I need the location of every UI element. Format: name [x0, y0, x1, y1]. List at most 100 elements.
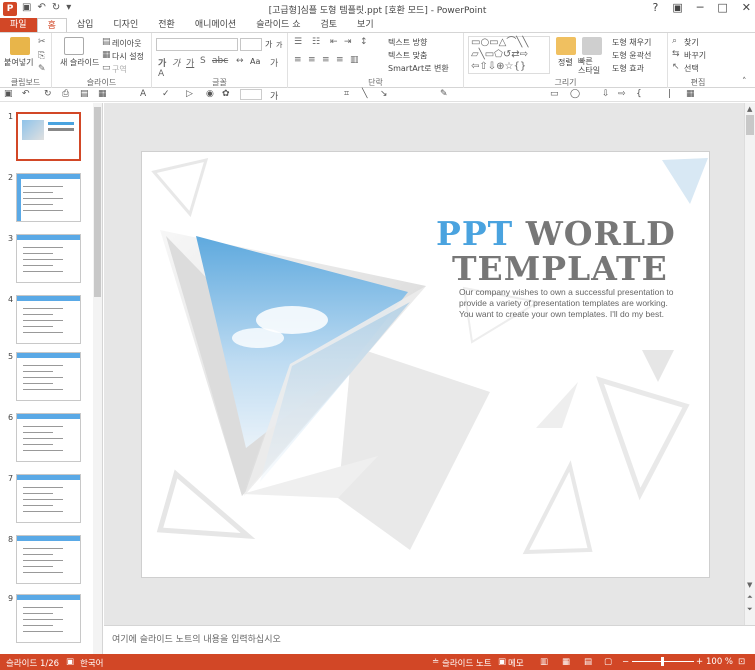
slideshow-small-icon[interactable]: ▷ [186, 89, 193, 99]
slide-title-line2[interactable]: TEMPLATE [452, 249, 668, 288]
arrow-right-shape-icon[interactable]: ⇨ [618, 89, 626, 99]
tab-review[interactable]: 검토 [310, 18, 347, 32]
align-center-icon[interactable]: ≡ [308, 55, 316, 65]
smartart-button[interactable]: SmartArt로 변환 [388, 63, 449, 74]
help-button[interactable]: ? [653, 1, 659, 14]
tab-slideshow[interactable]: 슬라이드 쇼 [246, 18, 310, 32]
strikethrough-icon[interactable]: abc [212, 56, 228, 66]
close-button[interactable]: ✕ [742, 1, 751, 14]
scroll-up-icon[interactable]: ▲ [747, 105, 752, 113]
shrink-font-button[interactable]: 가 [276, 40, 282, 50]
align-text-button[interactable]: 텍스트 맞춤 [388, 50, 427, 61]
layout-button[interactable]: 레이아웃 [112, 38, 141, 49]
find-button[interactable]: 찾기 [684, 37, 699, 48]
reading-view-icon[interactable]: ▤ [584, 657, 592, 667]
customize-qat-icon[interactable]: ▾ [66, 2, 71, 13]
quick-styles-button[interactable]: 빠른 스타일 [578, 57, 600, 75]
slide-thumbnail[interactable] [16, 594, 81, 643]
redo-icon[interactable]: ↻ [52, 2, 60, 13]
zoom-level[interactable]: 100 % [706, 657, 733, 667]
underline-icon[interactable]: 가 [186, 56, 194, 69]
rectangle-small-icon[interactable]: ▭ [550, 89, 559, 99]
text-direction-button[interactable]: 텍스트 방향 [388, 37, 427, 48]
cut-icon[interactable]: ✂ [38, 37, 46, 47]
arrange-icon[interactable] [556, 37, 576, 55]
replace-button[interactable]: 바꾸기 [684, 50, 706, 61]
numbering-icon[interactable]: ☷ [312, 37, 320, 47]
minimize-button[interactable]: ─ [697, 1, 704, 14]
new-slide-button[interactable]: 새 슬라이드 [60, 57, 99, 68]
prev-slide-icon[interactable]: ⏶ [747, 593, 753, 602]
slide-thumbnail[interactable] [16, 474, 81, 523]
justify-icon[interactable]: ≡ [336, 55, 344, 65]
shape-effects-button[interactable]: 도형 효과 [612, 63, 644, 74]
fit-slide-icon[interactable]: ⊡ [738, 657, 745, 667]
slide-thumbnail[interactable] [16, 352, 81, 401]
layout-grid-icon[interactable]: ▦ [686, 89, 695, 99]
reset-button[interactable]: 다시 설정 [112, 51, 144, 62]
color-picker-icon[interactable]: ◉ [206, 89, 214, 99]
layout-small-icon[interactable]: ▦ [98, 89, 107, 99]
select-button[interactable]: 선택 [684, 63, 699, 74]
slide-thumbnail[interactable] [16, 234, 81, 283]
font-size-combobox[interactable] [240, 38, 262, 51]
normal-view-icon[interactable]: ▥ [540, 657, 548, 667]
tab-home[interactable]: 홈 [36, 18, 67, 32]
new-slide-small-icon[interactable]: ▤ [80, 89, 89, 99]
language-status[interactable]: 한국어 [80, 657, 103, 669]
restore-button[interactable]: □ [717, 1, 727, 14]
slide-thumbnail[interactable] [16, 173, 81, 222]
font-color-small-icon[interactable]: 가 [270, 89, 278, 102]
char-spacing-icon[interactable]: ↔ [236, 56, 244, 66]
slideshow-view-icon[interactable]: ▢ [604, 657, 612, 667]
increase-indent-icon[interactable]: ⇥ [344, 37, 352, 47]
thumbnail-scrollbar[interactable] [93, 103, 102, 654]
slide-thumbnail[interactable] [16, 112, 81, 161]
brace-icon[interactable]: { [636, 89, 642, 99]
align-right-icon[interactable]: ≡ [322, 55, 330, 65]
edit-scroll-thumb[interactable] [746, 115, 754, 135]
comments-button[interactable]: 메모 [508, 657, 524, 669]
italic-icon[interactable]: 가 [172, 56, 180, 69]
notes-pane[interactable]: 여기에 슬라이드 노트의 내용을 입력하십시오 [104, 625, 755, 654]
shadow-icon[interactable]: S [200, 56, 206, 66]
grow-font-button[interactable]: 가 [265, 39, 272, 50]
arrow-down-shape-icon[interactable]: ⇩ [602, 89, 610, 99]
save-small-icon[interactable]: ▣ [4, 89, 13, 99]
callout-icon[interactable]: ◯ [570, 89, 580, 99]
eyedropper-icon[interactable]: ✎ [440, 89, 448, 99]
palette-icon[interactable]: ✿ [222, 89, 230, 99]
change-case-button[interactable]: Aa [250, 57, 260, 66]
undo-icon[interactable]: ↶ [37, 2, 45, 13]
copy-icon[interactable]: ⎘ [38, 51, 45, 61]
section-button[interactable]: 구역 [112, 64, 127, 75]
align-left-icon[interactable]: ≡ [294, 55, 302, 65]
bullets-icon[interactable]: ☰ [294, 37, 302, 47]
font-color-icon[interactable]: 가 [270, 56, 278, 69]
ribbon-display-icon[interactable]: ▣ [672, 1, 682, 14]
slide-thumbnail[interactable] [16, 295, 81, 344]
slide-thumbnail[interactable] [16, 413, 81, 462]
tab-file[interactable]: 파일 [0, 18, 37, 32]
zoom-out-icon[interactable]: − [622, 657, 629, 667]
columns-icon[interactable]: ▥ [350, 55, 359, 65]
slide-thumbnail[interactable] [16, 535, 81, 584]
text-box-icon[interactable]: A [140, 89, 146, 99]
powerpoint-app-icon[interactable]: P [3, 2, 17, 16]
line-icon[interactable]: ╲ [362, 89, 367, 99]
edit-area-scrollbar[interactable]: ▲ ▼ ⏶ ⏷ [744, 103, 755, 625]
crop-icon[interactable]: ⌗ [344, 89, 349, 99]
bold-icon[interactable]: 가 [158, 56, 166, 69]
quick-styles-icon[interactable] [582, 37, 602, 55]
slide-body-text[interactable]: Our company wishes to own a successful p… [459, 287, 679, 320]
next-slide-icon[interactable]: ⏷ [747, 605, 753, 614]
undo-small-icon[interactable]: ↶ [22, 89, 30, 99]
zoom-slider-thumb[interactable] [661, 657, 664, 666]
arrow-line-icon[interactable]: ↘ [380, 89, 388, 99]
format-painter-icon[interactable]: ✎ [38, 64, 46, 74]
print-preview-icon[interactable]: ⎙ [62, 89, 69, 99]
slide-title-line1[interactable]: PPT WORLD [436, 214, 676, 253]
decrease-indent-icon[interactable]: ⇤ [330, 37, 338, 47]
shape-outline-button[interactable]: 도형 윤곽선 [612, 50, 651, 61]
paste-button[interactable]: 붙여넣기 [4, 57, 33, 68]
